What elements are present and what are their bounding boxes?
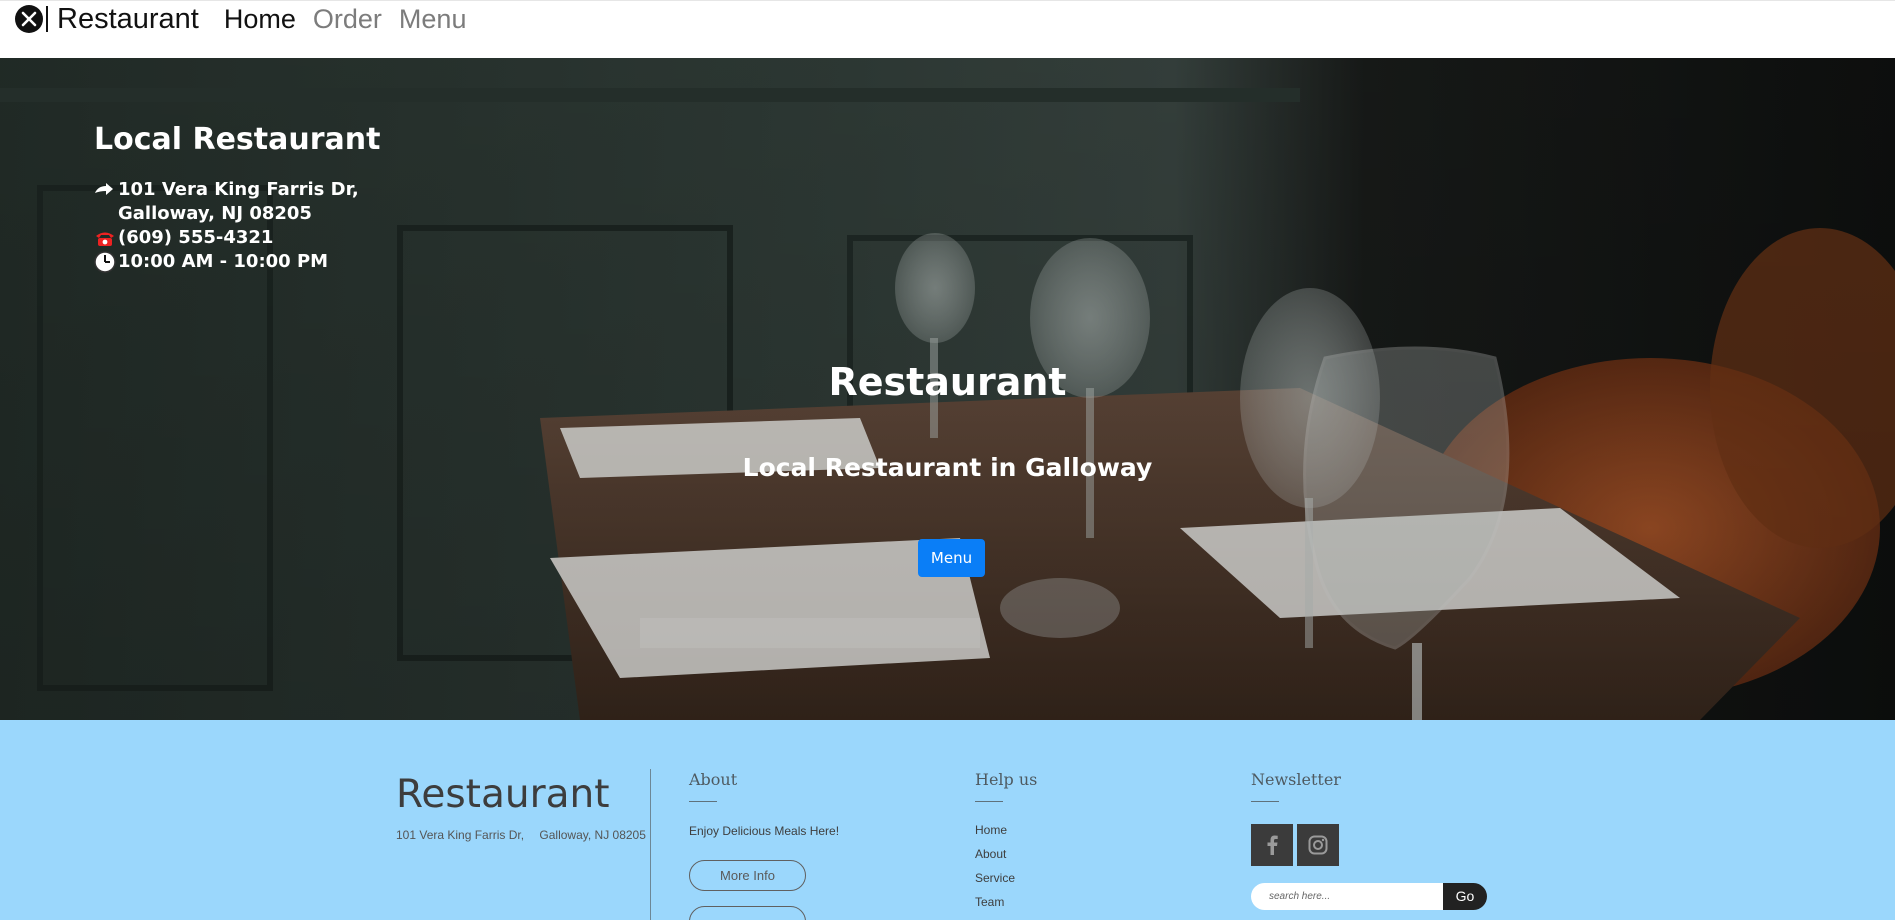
address-row: 101 Vera King Farris Dr, Galloway, NJ 08… <box>94 178 380 226</box>
fork-knife-plate-icon <box>15 5 43 33</box>
search-input[interactable] <box>1251 883 1443 910</box>
footer-address-city: Galloway, NJ 08205 <box>539 828 646 842</box>
nav-link-menu[interactable]: Menu <box>399 3 467 35</box>
about-heading-rule <box>689 801 717 802</box>
brand-separator <box>46 6 48 32</box>
hours-row: 10:00 AM - 10:00 PM <box>94 250 380 274</box>
hero-subtitle: Local Restaurant in Galloway <box>742 453 1153 482</box>
navbar-brand[interactable]: Restaurant <box>14 3 199 35</box>
brand-name: Restaurant <box>57 3 199 35</box>
secondary-about-button[interactable] <box>689 906 806 920</box>
help-heading-rule <box>975 801 1003 802</box>
footer-link-team[interactable]: Team <box>975 890 1037 914</box>
phone-number[interactable]: (609) 555-4321 <box>118 226 273 250</box>
newsletter-heading: Newsletter <box>1251 770 1341 789</box>
footer-address-street: 101 Vera King Farris Dr, <box>396 828 525 842</box>
footer-link-about[interactable]: About <box>975 842 1037 866</box>
footer-link-service[interactable]: Service <box>975 866 1037 890</box>
telephone-icon <box>94 226 118 250</box>
more-info-button[interactable]: More Info <box>689 860 806 891</box>
facebook-icon[interactable] <box>1251 824 1293 866</box>
address-line2: Galloway, NJ 08205 <box>118 203 312 224</box>
clock-icon <box>94 250 118 274</box>
top-navbar: Restaurant Home Order Menu <box>0 0 1895 58</box>
arrow-right-icon <box>94 178 118 202</box>
footer-divider <box>650 769 651 920</box>
hero-info-title: Local Restaurant <box>94 122 381 157</box>
nav-link-home[interactable]: Home <box>224 3 296 35</box>
nav-links: Home Order Menu <box>224 3 484 35</box>
go-button[interactable]: Go <box>1443 883 1487 910</box>
social-links <box>1251 824 1487 866</box>
help-heading: Help us <box>975 770 1038 789</box>
footer-brand: Restaurant <box>396 772 610 817</box>
about-text: Enjoy Delicious Meals Here! <box>689 824 840 838</box>
footer-address: 101 Vera King Farris Dr, Galloway, NJ 08… <box>396 828 658 842</box>
about-heading: About <box>689 770 738 789</box>
footer-help-column: Help us Home About Service Team <box>975 769 1037 914</box>
hero-info-block: Local Restaurant 101 Vera King Farris Dr… <box>94 122 380 274</box>
newsletter-heading-rule <box>1251 801 1279 802</box>
instagram-icon[interactable] <box>1297 824 1339 866</box>
newsletter-search: Go <box>1251 883 1487 910</box>
opening-hours: 10:00 AM - 10:00 PM <box>118 251 329 272</box>
phone-row: (609) 555-4321 <box>94 226 380 250</box>
address-line1: 101 Vera King Farris Dr, <box>118 179 359 200</box>
nav-link-order[interactable]: Order <box>313 3 382 35</box>
footer-newsletter-column: Newsletter Go <box>1251 769 1487 910</box>
footer: Restaurant 101 Vera King Farris Dr, Gall… <box>0 720 1895 920</box>
hero-menu-button[interactable]: Menu <box>918 539 985 577</box>
footer-about-column: About Enjoy Delicious Meals Here! More I… <box>689 769 839 920</box>
hero-section: Local Restaurant 101 Vera King Farris Dr… <box>0 58 1895 720</box>
hero-title: Restaurant <box>828 360 1067 404</box>
footer-link-home[interactable]: Home <box>975 818 1037 842</box>
